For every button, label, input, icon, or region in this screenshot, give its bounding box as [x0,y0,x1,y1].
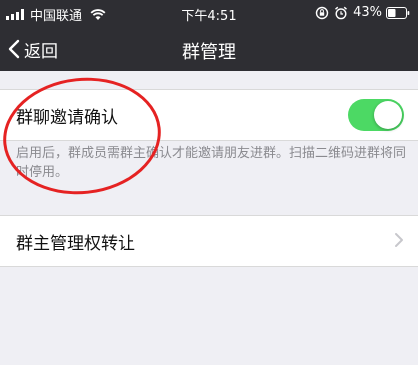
transfer-owner-row[interactable]: 群主管理权转让 [0,215,418,267]
invite-confirm-label: 群聊邀请确认 [16,108,118,128]
page-title: 群管理 [182,42,236,63]
navigation-bar: 返回 群管理 [0,27,418,71]
alarm-icon [335,6,348,19]
toggle-knob [374,101,402,129]
transfer-owner-label: 群主管理权转让 [16,234,135,254]
invite-confirm-toggle[interactable] [348,99,404,131]
status-bar: 中国联通 下午4:51 43% [0,0,418,27]
status-right: 43% [315,5,410,20]
chevron-right-icon [395,233,403,247]
rotation-lock-icon [315,6,329,19]
battery-icon [386,6,410,19]
invite-confirm-hint: 启用后，群成员需群主确认才能邀请朋友进群。扫描二维码进群将同时停用。 [16,146,407,180]
battery-percent: 43% [353,5,382,20]
invite-confirm-row: 群聊邀请确认 [0,89,418,141]
